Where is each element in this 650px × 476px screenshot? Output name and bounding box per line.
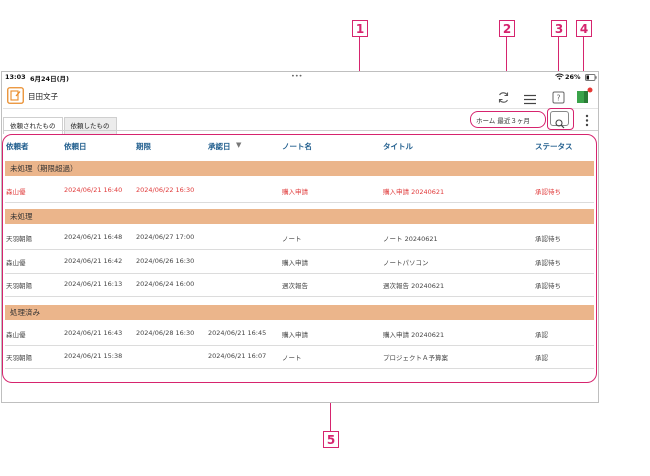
cell-note-name: 購入申請 (282, 259, 308, 267)
cell-status: 承認待ち (535, 235, 561, 243)
cell-requester: 天羽朝陽 (6, 354, 32, 362)
cell-title: 購入申請 20240621 (383, 331, 445, 339)
app-header: 目田文子 ? (3, 84, 598, 109)
app-logo-icon[interactable] (576, 87, 593, 108)
group-header[interactable]: 未処理 (5, 209, 594, 224)
cell-request-date: 2024/06/21 15:38 (64, 352, 123, 360)
table-row[interactable]: 森山優 2024/06/21 16:43 2024/06/28 16:30 2024/… (5, 322, 594, 346)
group-header[interactable]: 処理済み (5, 305, 594, 320)
cell-requester: 森山優 (6, 259, 26, 267)
cell-approved: 2024/06/21 16:07 (208, 352, 267, 360)
search-highlight (547, 108, 574, 130)
cell-note-name: 購入申請 (282, 188, 308, 196)
cell-status: 承認 (535, 331, 548, 339)
cell-requester: 天羽朝陽 (6, 235, 32, 243)
cell-status: 承認待ち (535, 282, 561, 290)
cell-note-name: 購入申請 (282, 331, 308, 339)
cell-status: 承認 (535, 354, 548, 362)
cell-note-name: 週次報告 (282, 282, 308, 290)
col-requester[interactable]: 依頼者 (6, 141, 29, 152)
cell-title: 週次報告 20240621 (383, 282, 445, 290)
cell-request-date: 2024/06/21 16:43 (64, 329, 123, 337)
cell-status: 承認待ち (535, 188, 561, 196)
cell-due: 2024/06/28 16:30 (136, 329, 195, 337)
cell-requester: 森山優 (6, 188, 26, 196)
help-icon[interactable]: ? (552, 89, 565, 108)
col-due[interactable]: 期限 (136, 141, 151, 152)
cell-title: ノートパソコン (383, 259, 429, 267)
table-row[interactable]: 天羽朝陽 2024/06/21 15:38 2024/06/21 16:07 ノート プ… (5, 345, 594, 369)
cell-status: 承認待ち (535, 259, 561, 267)
table-row[interactable]: 天羽朝陽 2024/06/21 16:13 2024/06/24 16:00 週次報告… (5, 273, 594, 297)
sort-arrow-icon: ▼ (236, 141, 242, 149)
cell-requester: 天羽朝陽 (6, 282, 32, 290)
col-request-date[interactable]: 依頼日 (64, 141, 87, 152)
cell-title: ノート 20240621 (383, 235, 438, 243)
table-row[interactable]: 森山優 2024/06/21 16:42 2024/06/26 16:30 購入申請 ノ… (5, 250, 594, 274)
cell-title: プロジェクトＡ予算案 (383, 354, 448, 362)
user-name: 目田文子 (28, 92, 58, 101)
tab-divider (3, 130, 598, 131)
cell-request-date: 2024/06/21 16:13 (64, 280, 123, 288)
table-row[interactable]: 森山優 2024/06/21 16:40 2024/06/22 16:30 購入申請 購… (5, 179, 594, 203)
cell-note-name: ノート (282, 354, 302, 362)
cell-title: 購入申請 20240621 (383, 188, 445, 196)
cell-due: 2024/06/22 16:30 (136, 186, 195, 194)
status-time: 13:03 (5, 73, 26, 81)
filter-highlight (470, 111, 546, 128)
more-vertical-icon[interactable] (585, 112, 589, 131)
cell-note-name: ノート (282, 235, 302, 243)
callout-5: 5 (323, 431, 339, 448)
user-note-icon[interactable] (7, 87, 24, 108)
wifi-icon (555, 73, 564, 82)
cell-due: 2024/06/26 16:30 (136, 257, 195, 265)
table-row[interactable]: 天羽朝陽 2024/06/21 16:48 2024/06/27 17:00 ノート ノ… (5, 226, 594, 250)
tab-requested-by-me[interactable]: 依頼したもの (63, 117, 117, 134)
col-note-name[interactable]: ノート名 (282, 141, 312, 152)
cell-request-date: 2024/06/21 16:48 (64, 233, 123, 241)
battery-icon (585, 74, 597, 83)
callout-3: 3 (551, 20, 567, 37)
col-approved[interactable]: 承認日 (208, 141, 231, 152)
cell-approved: 2024/06/21 16:45 (208, 329, 267, 337)
sync-icon[interactable] (497, 89, 510, 108)
tab-requested-to-me[interactable]: 依頼されたもの (3, 117, 63, 134)
col-title[interactable]: タイトル (383, 141, 413, 152)
cell-requester: 森山優 (6, 331, 26, 339)
cell-request-date: 2024/06/21 16:40 (64, 186, 123, 194)
multitask-dots[interactable]: ••• (291, 72, 303, 80)
col-status[interactable]: ステータス (535, 141, 573, 152)
cell-due: 2024/06/27 17:00 (136, 233, 195, 241)
svg-text:?: ? (557, 94, 561, 103)
group-header[interactable]: 未処理（期限超過） (5, 161, 594, 176)
list-icon[interactable] (524, 90, 536, 109)
callout-2: 2 (499, 20, 515, 37)
battery-percent: 26% (565, 73, 581, 81)
status-date: 6月24日(月) (30, 75, 70, 83)
tab-bar: 依頼されたもの 依頼したもの (3, 113, 118, 134)
callout-4: 4 (576, 20, 592, 37)
cell-request-date: 2024/06/21 16:42 (64, 257, 123, 265)
cell-due: 2024/06/24 16:00 (136, 280, 195, 288)
status-bar: 13:03 6月24日(月) ••• 26% (3, 72, 598, 83)
callout-1: 1 (352, 20, 368, 37)
